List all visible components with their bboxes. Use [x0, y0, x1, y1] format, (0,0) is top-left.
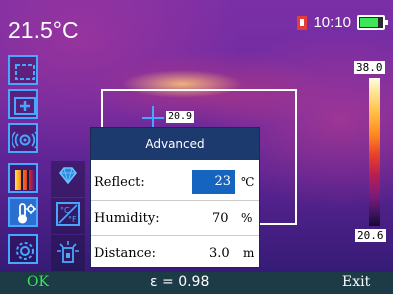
battery-level: [360, 18, 379, 27]
row-humidity[interactable]: Humidity: 70 %: [91, 200, 259, 236]
reflect-unit: ℃: [241, 175, 255, 189]
palette-icon[interactable]: [8, 163, 38, 193]
reflect-value[interactable]: 23: [192, 170, 235, 194]
distance-label: Distance:: [94, 246, 156, 261]
submenu-emissivity[interactable]: [51, 161, 85, 197]
exit-button[interactable]: Exit: [342, 274, 370, 290]
clock: 10:10: [313, 14, 351, 31]
color-scale-bar: [369, 78, 380, 226]
crosshair-temperature: 20.9: [166, 111, 195, 123]
scale-max: 38.0: [354, 61, 385, 74]
advanced-panel: Advanced Reflect: 23 ℃ Humidity: 70 % Di…: [90, 127, 260, 268]
reflect-label: Reflect:: [94, 175, 145, 190]
submenu-distance[interactable]: [51, 235, 85, 271]
svg-text:°C: °C: [60, 206, 70, 215]
battery-icon: [357, 15, 388, 30]
ok-button[interactable]: OK: [27, 274, 49, 290]
spot-measure-icon[interactable]: [8, 89, 38, 119]
bottom-bar: OK ε = 0.98 Exit: [0, 272, 393, 294]
status-bar: 10:10: [297, 14, 388, 31]
crosshair-vertical: [152, 106, 154, 128]
area-measure-icon[interactable]: [8, 55, 38, 85]
settings-gear-icon[interactable]: [8, 234, 38, 264]
submenu-unit[interactable]: °C °F: [51, 198, 85, 234]
scale-min: 20.6: [355, 229, 386, 242]
unit-conversion-icon: °C°F: [56, 202, 80, 226]
center-temperature: 21.5°C: [8, 17, 79, 43]
sd-card-icon: [297, 15, 308, 30]
svg-text:°F: °F: [68, 215, 77, 224]
humidity-unit: %: [241, 211, 253, 225]
panel-title: Advanced: [91, 128, 259, 160]
emissivity-diamond-icon: [58, 167, 78, 185]
distance-target-icon: [57, 241, 79, 263]
distance-unit: m: [243, 246, 255, 260]
row-distance[interactable]: Distance: 3.0 m: [91, 235, 259, 271]
humidity-label: Humidity:: [94, 211, 160, 226]
temperature-settings-icon[interactable]: [8, 197, 38, 227]
row-reflect[interactable]: Reflect: 23 ℃: [91, 165, 259, 200]
laser-icon[interactable]: [8, 123, 38, 153]
thermal-camera-screen: 21.5°C 10:10 38.0 20.6 20.9 °C °F Advance…: [0, 0, 393, 294]
distance-value[interactable]: 3.0: [209, 236, 230, 271]
humidity-value[interactable]: 70: [212, 201, 229, 236]
emissivity-readout: ε = 0.98: [150, 274, 210, 290]
